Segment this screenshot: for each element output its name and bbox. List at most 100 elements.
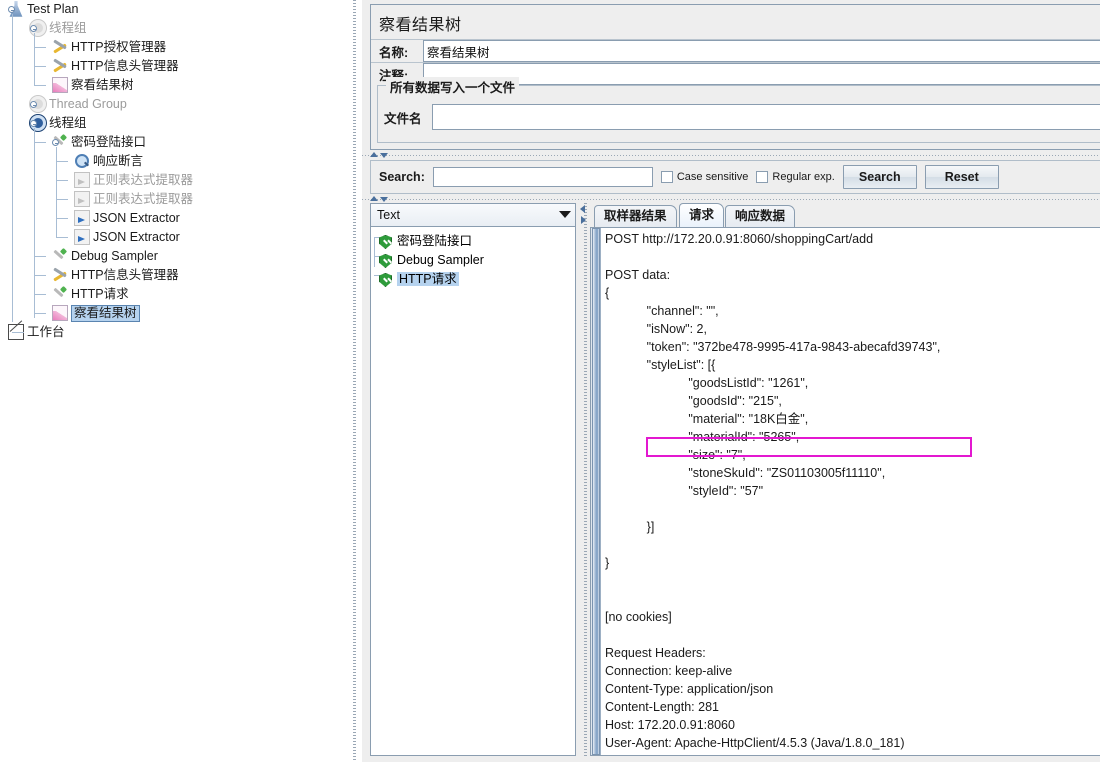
tree-item-5[interactable]: Thread Group	[0, 95, 348, 114]
tree-item-label: JSON Extractor	[93, 211, 180, 226]
tree-item-12[interactable]: JSON Extractor	[0, 228, 348, 247]
tree-item-17[interactable]: 工作台	[0, 323, 348, 342]
header-manager-icon	[52, 58, 68, 74]
search-collapse-down-icon[interactable]	[380, 197, 388, 202]
tree-item-15[interactable]: HTTP请求	[0, 285, 348, 304]
tree-item-3[interactable]: HTTP信息头管理器	[0, 57, 348, 76]
tree-item-label: Thread Group	[49, 97, 127, 112]
tree-expand-handle[interactable]	[52, 139, 59, 146]
tab-0[interactable]: 取样器结果	[594, 205, 677, 227]
tree-item-13[interactable]: Debug Sampler	[0, 247, 348, 266]
tree-connector	[34, 85, 46, 86]
sampler-results-list-panel[interactable]: Text 密码登陆接口 Debug Sampler HTTP请求	[370, 203, 576, 756]
write-all-data-group: 所有数据写入一个文件 文件名	[377, 77, 1100, 143]
tree-item-0[interactable]: Test Plan	[0, 0, 348, 19]
divider-dots	[353, 0, 356, 762]
case-sensitive-checkbox[interactable]	[660, 171, 673, 183]
tree-connector	[34, 275, 46, 276]
tree-expand-handle[interactable]	[30, 120, 37, 127]
regular-exp-checkbox[interactable]	[756, 171, 769, 183]
tree-connector	[56, 161, 68, 162]
write-all-data-group-title: 所有数据写入一个文件	[386, 77, 520, 96]
collapse-up-icon[interactable]	[370, 152, 378, 157]
search-label: Search:	[379, 170, 425, 184]
scrollbar-thumb[interactable]	[592, 228, 600, 755]
tab-2[interactable]: 响应数据	[725, 205, 796, 227]
http-sampler-icon	[52, 286, 68, 302]
result-connector	[374, 237, 379, 238]
tree-item-11[interactable]: JSON Extractor	[0, 209, 348, 228]
collapse-left-icon[interactable]	[580, 205, 585, 213]
result-item-0[interactable]: 密码登陆接口	[371, 232, 575, 251]
result-items-tree[interactable]: 密码登陆接口 Debug Sampler HTTP请求	[371, 228, 575, 755]
tree-item-10[interactable]: 正则表达式提取器	[0, 190, 348, 209]
request-tab-content[interactable]: POST http://172.20.0.91:8060/shoppingCar…	[590, 227, 1100, 756]
regex-extractor-icon-disabled	[74, 190, 90, 207]
case-sensitive-checkbox-wrap[interactable]: Case sensitive	[660, 171, 748, 183]
request-body-text[interactable]: POST http://172.20.0.91:8060/shoppingCar…	[603, 230, 1100, 755]
tree-item-4[interactable]: 察看结果树	[0, 76, 348, 95]
comment-input[interactable]	[423, 63, 1100, 85]
collapse-down-icon[interactable]	[380, 153, 388, 158]
result-connector	[374, 275, 379, 276]
result-connector	[374, 237, 375, 267]
tree-connector	[56, 180, 68, 181]
tree-item-label: JSON Extractor	[93, 230, 180, 245]
search-button[interactable]: Search	[842, 165, 917, 189]
detail-tabs-area: 取样器结果 请求 响应数据 POST http://172.20.0.91:8060…	[590, 203, 1100, 756]
tree-item-14[interactable]: HTTP信息头管理器	[0, 266, 348, 285]
results-lower-area: Text 密码登陆接口 Debug Sampler HTTP请求 取样器结果 请求 响应…	[362, 203, 1100, 762]
tree-item-9[interactable]: 正则表达式提取器	[0, 171, 348, 190]
test-plan-tree-panel[interactable]: Test Plan 线程组 HTTP授权管理器 HTTP信息头管理器 察看结果树 Thre…	[0, 0, 348, 762]
result-connector	[374, 256, 379, 257]
inner-divider-arrows[interactable]	[579, 205, 588, 229]
filename-input[interactable]	[432, 104, 1100, 130]
tree-item-1[interactable]: 线程组	[0, 19, 348, 38]
detail-tabstrip[interactable]: 取样器结果 请求 响应数据	[590, 203, 1100, 227]
tab-1[interactable]: 请求	[679, 203, 725, 227]
regular-exp-label: Regular exp.	[772, 171, 835, 183]
tree-expand-handle[interactable]	[30, 101, 37, 108]
tree-connector	[56, 199, 68, 200]
tree-item-6[interactable]: 线程组	[0, 114, 348, 133]
search-collapse-up-icon[interactable]	[370, 196, 378, 201]
result-item-label: Debug Sampler	[397, 253, 484, 267]
tree-item-16[interactable]: 察看结果树	[0, 304, 348, 323]
tree-item-8[interactable]: 响应断言	[0, 152, 348, 171]
tree-item-label: 察看结果树	[71, 304, 140, 322]
collapse-right-icon[interactable]	[581, 216, 586, 224]
inner-divider-dots	[584, 203, 587, 756]
name-input[interactable]: 察看结果树	[423, 40, 1100, 62]
tree-item-label: HTTP信息头管理器	[71, 268, 179, 283]
tree-connector	[34, 128, 35, 318]
main-split-divider[interactable]	[348, 0, 362, 762]
response-assertion-icon	[74, 153, 90, 169]
tree-item-label: 正则表达式提取器	[93, 192, 194, 207]
tree-expand-handle[interactable]	[30, 25, 37, 32]
tree-expand-handle[interactable]	[8, 6, 15, 13]
result-item-label: HTTP请求	[397, 272, 459, 286]
renderer-select[interactable]: Text	[371, 204, 575, 227]
tree-connector	[34, 313, 46, 314]
reset-button[interactable]: Reset	[924, 165, 999, 189]
chevron-down-icon[interactable]	[559, 211, 571, 218]
search-bar: Search: Case sensitive Regular exp. Sear…	[370, 160, 1100, 194]
tree-connector	[34, 256, 46, 257]
tree-item-2[interactable]: HTTP授权管理器	[0, 38, 348, 57]
splitter-arrows[interactable]	[370, 151, 394, 160]
content-vertical-scrollbar[interactable]	[591, 228, 601, 755]
result-item-1[interactable]: Debug Sampler	[371, 251, 575, 270]
result-item-2[interactable]: HTTP请求	[371, 270, 575, 289]
tree-item-label: 密码登陆接口	[71, 135, 147, 150]
auth-manager-icon	[52, 39, 68, 55]
tree-item-label: HTTP授权管理器	[71, 40, 167, 55]
test-plan-tree[interactable]: Test Plan 线程组 HTTP授权管理器 HTTP信息头管理器 察看结果树 Thre…	[0, 0, 348, 342]
tree-item-label: HTTP信息头管理器	[71, 59, 179, 74]
tree-connector	[12, 14, 13, 322]
config-splitter[interactable]	[362, 151, 1100, 160]
tree-item-label: 响应断言	[93, 154, 144, 169]
tree-connector	[34, 47, 46, 48]
regular-exp-checkbox-wrap[interactable]: Regular exp.	[756, 171, 835, 183]
search-input[interactable]	[432, 167, 653, 187]
filename-row: 文件名	[384, 104, 1100, 130]
